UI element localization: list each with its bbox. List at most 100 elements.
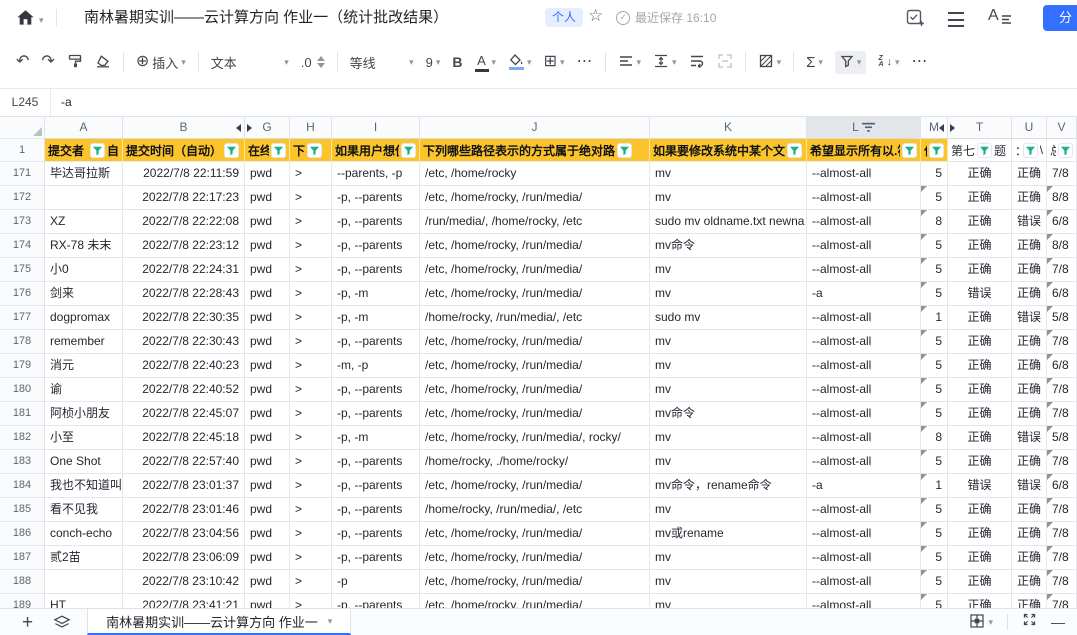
cell-I[interactable]: -p, --parents [332, 378, 420, 402]
cell-V[interactable]: 7/8 [1047, 498, 1077, 522]
cell-T[interactable]: 正确 [948, 258, 1012, 282]
cell-I[interactable]: -p, --parents [332, 402, 420, 426]
cell-A[interactable]: dogpromax [45, 306, 123, 330]
cell-V[interactable]: 7/8 [1047, 546, 1077, 570]
filter-icon[interactable] [902, 143, 917, 158]
cell-A[interactable]: 小至 [45, 426, 123, 450]
zoom-out-button[interactable]: — [1051, 614, 1065, 630]
cell-G[interactable]: pwd [245, 306, 290, 330]
cell-I[interactable]: -p, --parents [332, 522, 420, 546]
wrap-text-button[interactable] [689, 54, 705, 71]
cell-I[interactable]: -p, --parents [332, 210, 420, 234]
cell-G[interactable]: pwd [245, 474, 290, 498]
cell-I[interactable]: -p, --parents [332, 474, 420, 498]
filter-icon[interactable] [617, 143, 632, 158]
filter-icon[interactable] [271, 143, 286, 158]
cell-J[interactable]: /etc, /home/rocky, /run/media/ [420, 378, 650, 402]
cell-H[interactable]: > [290, 378, 332, 402]
row-number[interactable]: 1 [0, 139, 45, 162]
row-number[interactable]: 182 [0, 426, 45, 450]
cell-U[interactable]: 正确 [1012, 234, 1047, 258]
cell-K[interactable]: mv [650, 354, 807, 378]
cell-U[interactable]: 正确 [1012, 282, 1047, 306]
cell-U[interactable]: 正确 [1012, 522, 1047, 546]
cell-G[interactable]: pwd [245, 522, 290, 546]
cell-T[interactable]: 错误 [948, 282, 1012, 306]
cell-H[interactable]: > [290, 162, 332, 186]
row-number[interactable]: 184 [0, 474, 45, 498]
cell-L[interactable]: --almost-all [807, 378, 921, 402]
cell-U[interactable]: 正确 [1012, 354, 1047, 378]
cell-A[interactable]: remember [45, 330, 123, 354]
cell-L[interactable]: -a [807, 474, 921, 498]
cell-U[interactable]: 正确 [1012, 402, 1047, 426]
row-number[interactable]: 179 [0, 354, 45, 378]
cell-H[interactable]: > [290, 498, 332, 522]
all-sheets-icon[interactable] [53, 615, 71, 629]
cell-I[interactable]: -p, -m [332, 282, 420, 306]
row-number[interactable]: 174 [0, 234, 45, 258]
row-number[interactable]: 172 [0, 186, 45, 210]
cell-J[interactable]: /home/rocky, ./home/rocky/ [420, 450, 650, 474]
filter-icon[interactable] [787, 143, 802, 158]
cell-M[interactable]: 1 [921, 306, 948, 330]
cell-V[interactable]: 7/8 [1047, 402, 1077, 426]
cell-A[interactable]: 小0 [45, 258, 123, 282]
cell-K[interactable]: mv [650, 186, 807, 210]
cell-M[interactable]: 5 [921, 546, 948, 570]
cell-H[interactable]: > [290, 330, 332, 354]
cell-J[interactable]: /etc, /home/rocky, /run/media/ [420, 330, 650, 354]
cell-J[interactable]: /etc, /home/rocky, /run/media/ [420, 258, 650, 282]
cell-A[interactable]: 消元 [45, 354, 123, 378]
column-header-L[interactable]: L [807, 117, 921, 139]
filter-icon[interactable] [401, 143, 416, 158]
cell-G[interactable]: pwd [245, 186, 290, 210]
cell-I[interactable]: -p, --parents [332, 594, 420, 608]
cell-G[interactable]: pwd [245, 162, 290, 186]
filter-header-A[interactable]: 提交者（自 [45, 139, 123, 162]
cell-V[interactable]: 7/8 [1047, 378, 1077, 402]
align-horizontal-button[interactable]: ▾ [618, 54, 642, 71]
bold-button[interactable]: B [452, 54, 462, 70]
cell-B[interactable]: 2022/7/8 22:17:23 [123, 186, 245, 210]
cell-I[interactable]: -p, --parents [332, 450, 420, 474]
row-number[interactable]: 175 [0, 258, 45, 282]
fill-color-button[interactable]: ▾ [508, 54, 532, 70]
cell-H[interactable]: > [290, 474, 332, 498]
document-title[interactable]: 南林暑期实训——云计算方向 作业一（统计批改结果） [84, 0, 448, 36]
row-number[interactable]: 186 [0, 522, 45, 546]
cell-L[interactable]: --almost-all [807, 522, 921, 546]
undo-button[interactable]: ↶ [16, 54, 29, 70]
cell-A[interactable] [45, 570, 123, 594]
cell-J[interactable]: /etc, /home/rocky, /run/media/ [420, 546, 650, 570]
select-all-corner[interactable] [0, 117, 45, 139]
cell-K[interactable]: mv [650, 282, 807, 306]
cell-J[interactable]: /home/rocky, /run/media/, /etc [420, 498, 650, 522]
font-size-select[interactable]: 9 ▾ [426, 55, 441, 70]
cell-V[interactable]: 6/8 [1047, 210, 1077, 234]
cell-M[interactable]: 5 [921, 594, 948, 608]
cell-V[interactable]: 7/8 [1047, 330, 1077, 354]
cell-M[interactable]: 5 [921, 498, 948, 522]
cell-K[interactable]: mv [650, 258, 807, 282]
sum-button[interactable]: Σ ▾ [806, 54, 823, 71]
sort-button[interactable]: ZA ↓ ▾ [878, 56, 899, 68]
cell-H[interactable]: > [290, 306, 332, 330]
cell-I[interactable]: -p, --parents [332, 234, 420, 258]
cell-I[interactable]: -p, --parents [332, 498, 420, 522]
cell-L[interactable]: --almost-all [807, 450, 921, 474]
formula-input[interactable]: -a [51, 89, 72, 116]
filter-header-I[interactable]: 如果用户想使用 [332, 139, 420, 162]
cell-L[interactable]: --almost-all [807, 186, 921, 210]
cell-L[interactable]: --almost-all [807, 498, 921, 522]
cell-M[interactable]: 8 [921, 210, 948, 234]
menu-icon[interactable] [948, 12, 964, 27]
cell-L[interactable]: --almost-all [807, 234, 921, 258]
cell-T[interactable]: 正确 [948, 570, 1012, 594]
column-header-K[interactable]: K [650, 117, 807, 139]
cell-A[interactable]: XZ [45, 210, 123, 234]
column-header-J[interactable]: J [420, 117, 650, 139]
cell-K[interactable]: mv [650, 330, 807, 354]
cell-K[interactable]: mv或rename [650, 522, 807, 546]
cell-M[interactable]: 5 [921, 522, 948, 546]
